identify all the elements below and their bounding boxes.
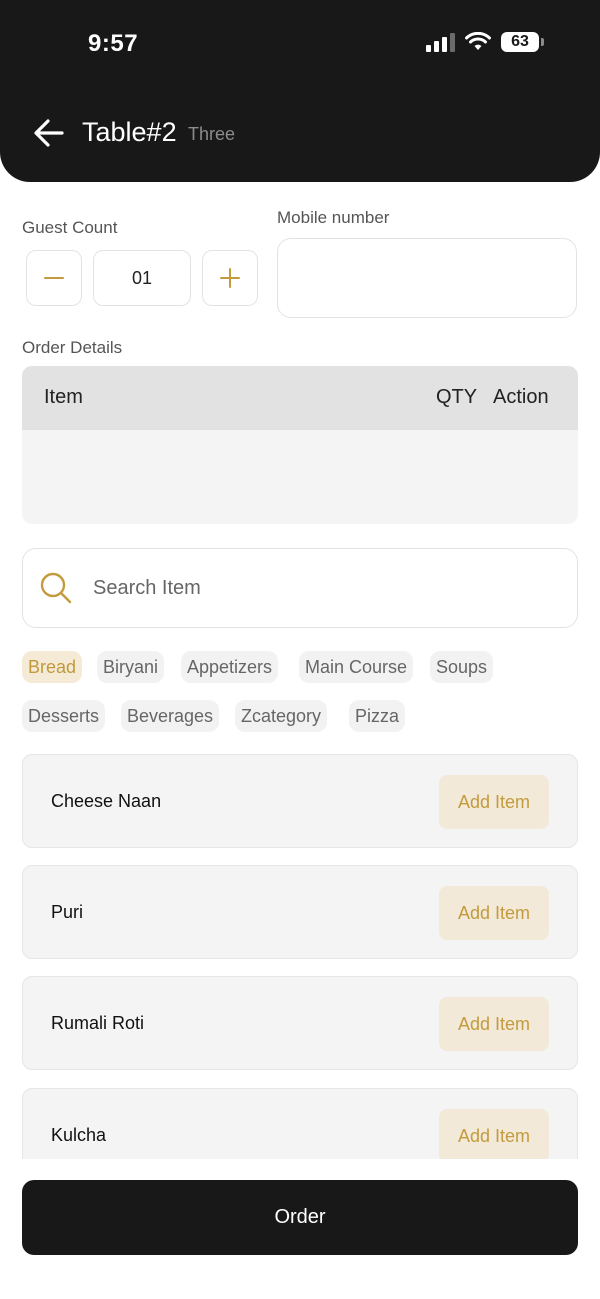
table-subtitle: Three: [188, 124, 236, 144]
order-details-label: Order Details: [22, 338, 123, 357]
mobile-number-label: Mobile number: [277, 208, 390, 227]
add-item-button[interactable]: Add Item: [439, 775, 549, 829]
table-title: Table#2: [82, 117, 177, 147]
guest-count-label: Guest Count: [22, 218, 118, 237]
search-input[interactable]: [93, 569, 553, 607]
menu-item-card: Rumali Roti Add Item: [22, 976, 578, 1070]
guest-count-value[interactable]: 01: [93, 250, 191, 306]
signal-icon: [426, 32, 455, 52]
menu-item-name: Rumali Roti: [51, 1013, 145, 1033]
minus-icon: [44, 277, 64, 279]
category-chip-beverages[interactable]: Beverages: [121, 700, 220, 732]
menu-item-name: Cheese Naan: [51, 791, 162, 811]
category-chip-soups[interactable]: Soups: [430, 651, 494, 683]
mobile-number-input[interactable]: [277, 238, 577, 318]
status-icons: 63: [426, 32, 544, 52]
category-chip-biryani[interactable]: Biryani: [97, 651, 165, 683]
order-details-table: Item QTY Action: [22, 366, 578, 524]
menu-item-name: Kulcha: [51, 1125, 107, 1145]
decrement-guest-button[interactable]: [26, 250, 82, 306]
search-box[interactable]: [22, 548, 578, 628]
increment-guest-button[interactable]: [202, 250, 258, 306]
add-item-button[interactable]: Add Item: [439, 1109, 549, 1159]
category-chip-bread[interactable]: Bread: [22, 651, 83, 683]
order-table-header: Item QTY Action: [22, 366, 578, 430]
plus-icon: [220, 268, 240, 288]
menu-item-card: Kulcha Add Item: [22, 1088, 578, 1159]
category-chip-main-course[interactable]: Main Course: [299, 651, 414, 683]
back-arrow-icon[interactable]: [32, 116, 66, 150]
add-item-button[interactable]: Add Item: [439, 997, 549, 1051]
column-action: Action: [493, 386, 549, 408]
order-button[interactable]: Order: [22, 1180, 578, 1255]
battery-level: 63: [501, 32, 539, 52]
column-qty: QTY: [436, 386, 478, 408]
menu-item-list[interactable]: Cheese Naan Add Item Puri Add Item Rumal…: [0, 754, 600, 1159]
category-chip-desserts[interactable]: Desserts: [22, 700, 106, 732]
app-header: 9:57 63 Table#2 Three: [0, 0, 600, 182]
wifi-icon: [465, 32, 491, 50]
menu-item-card: Puri Add Item: [22, 865, 578, 959]
status-time: 9:57: [88, 30, 139, 57]
search-icon: [40, 572, 72, 604]
category-chip-appetizers[interactable]: Appetizers: [181, 651, 279, 683]
category-chip-pizza[interactable]: Pizza: [349, 700, 406, 732]
menu-item-name: Puri: [51, 902, 84, 922]
category-chip-zcategory[interactable]: Zcategory: [235, 700, 328, 732]
menu-item-card: Cheese Naan Add Item: [22, 754, 578, 848]
add-item-button[interactable]: Add Item: [439, 886, 549, 940]
battery-icon: 63: [501, 32, 544, 52]
column-item: Item: [44, 386, 83, 408]
